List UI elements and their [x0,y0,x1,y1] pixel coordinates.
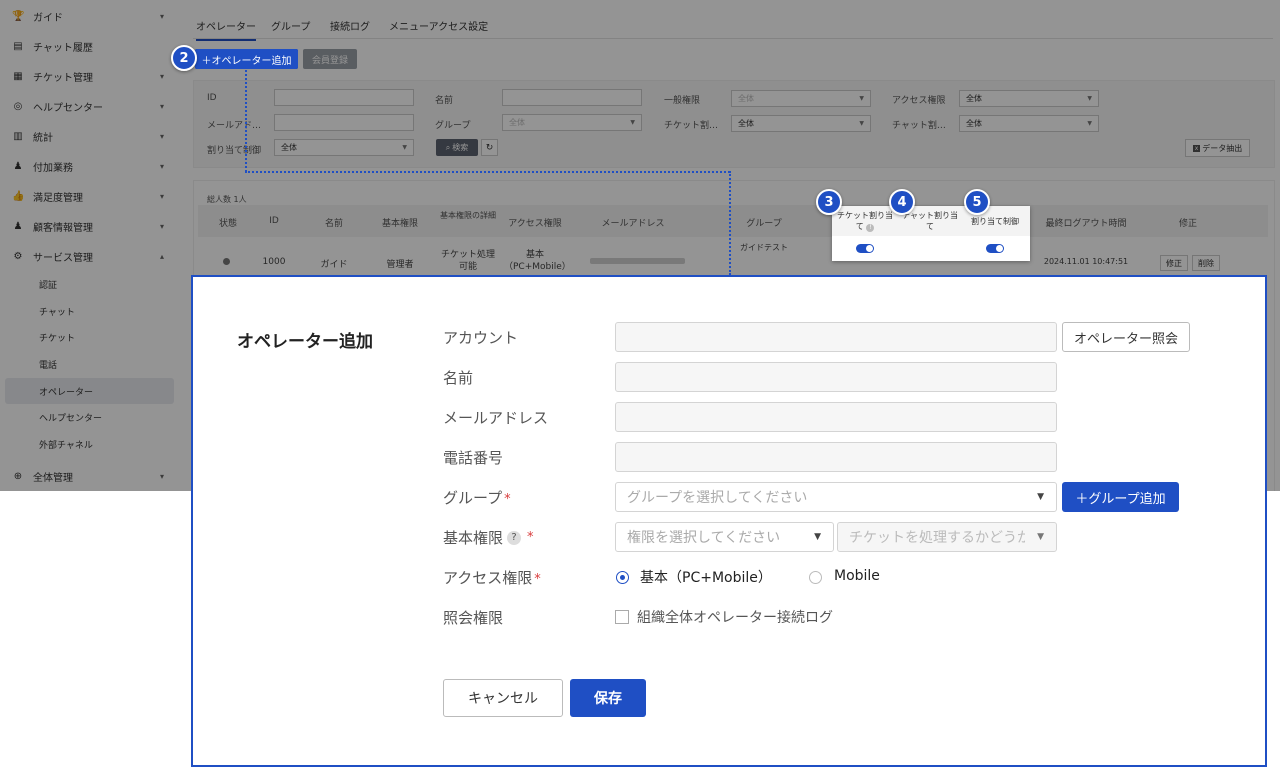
access-basic-radio[interactable] [616,571,629,584]
phone-input[interactable] [615,442,1057,472]
header-text: チケット割り当て [837,211,893,231]
lookup-checkbox-label: 組織全体オペレーター接続ログ [637,610,833,626]
required-mark: * [527,530,534,545]
operator-lookup-button[interactable]: オペレーター照会 [1062,322,1190,352]
chevron-down-icon: ▼ [1037,532,1044,542]
email-input[interactable] [615,402,1057,432]
select-placeholder: チケットを処理するかどうか [849,530,1025,546]
lookup-perm-label: 照会権限 [443,609,504,627]
group-label: グループ * [443,487,511,508]
chat-assign-header: チャット割り当て [902,211,958,231]
modal-title: オペレーター追加 [237,332,373,352]
access-mobile-label: Mobile [834,568,880,584]
label-text: グループ [443,489,503,507]
email-label: メールアドレス [443,409,549,427]
connector-line [729,171,731,275]
step-badge-4: 4 [889,189,915,215]
basic-perm-select[interactable]: 権限を選択してください ▼ [615,522,834,552]
phone-label: 電話番号 [443,449,504,467]
account-label: アカウント [443,329,519,347]
account-input[interactable] [615,322,1057,352]
lookup-checkbox[interactable] [615,610,629,624]
select-placeholder: 権限を選択してください [627,530,781,546]
connector-line [245,171,730,173]
name-label: 名前 [443,369,474,387]
access-basic-label: 基本（PC+Mobile） [640,570,772,586]
required-mark: * [534,572,541,587]
help-icon[interactable]: ? [507,530,522,545]
access-mobile-radio[interactable] [809,571,822,584]
label-text: アクセス権限 [443,569,533,587]
step-badge-3: 3 [816,189,842,215]
access-perm-label: アクセス権限 * [443,567,541,588]
assign-control-header: 割り当て制御 [971,217,1019,226]
add-operator-button-highlight[interactable]: ＋オペレーター追加 [195,49,298,69]
save-button[interactable]: 保存 [570,679,646,717]
connector-line [245,70,247,172]
ticket-assign-toggle[interactable] [856,244,874,253]
chevron-down-icon: ▼ [1037,492,1044,502]
label-text: 基本権限 [443,529,504,547]
step-badge-2: 2 [171,45,197,71]
add-operator-modal: オペレーター追加 アカウント オペレーター照会 名前 メールアドレス 電話番号 … [191,275,1267,767]
ticket-handle-select[interactable]: チケットを処理するかどうか ▼ [837,522,1057,552]
add-group-button[interactable]: ＋グループ追加 [1062,482,1179,512]
select-placeholder: グループを選択してください [627,490,808,506]
basic-perm-label: 基本権限? * [443,527,534,548]
assign-control-toggle[interactable] [986,244,1004,253]
ticket-assign-header: チケット割り当て ! [836,210,894,232]
name-input[interactable] [615,362,1057,392]
chevron-down-icon: ▼ [814,532,821,542]
cancel-button[interactable]: キャンセル [443,679,563,717]
info-icon: ! [866,224,875,232]
required-mark: * [504,492,511,507]
step-badge-5: 5 [964,189,990,215]
group-select[interactable]: グループを選択してください ▼ [615,482,1057,512]
